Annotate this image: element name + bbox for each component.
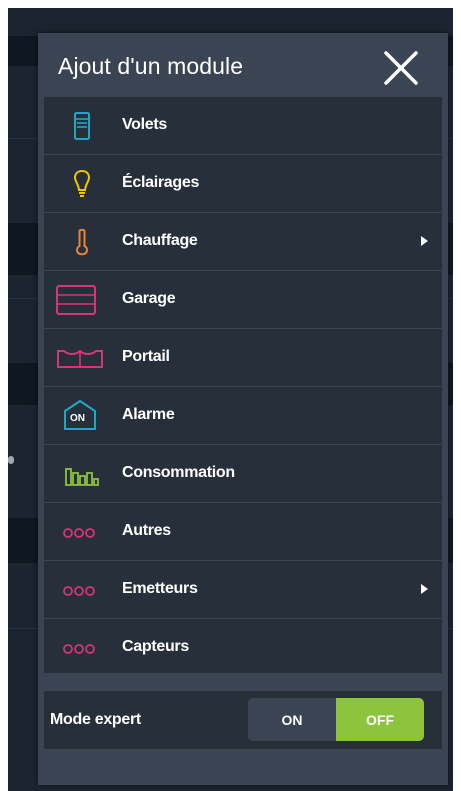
garage-door-icon [56, 285, 96, 315]
dialog-title: Ajout d'un module [58, 53, 244, 79]
module-item-eclairages[interactable]: Éclairages [44, 155, 442, 213]
dots-icon [62, 633, 98, 663]
toggle-off-option[interactable]: OFF [336, 698, 424, 741]
consumption-icon [64, 459, 100, 489]
add-module-dialog: Ajout d'un module Volets Éclairages Chau… [38, 33, 448, 785]
dots-icon [62, 517, 98, 547]
lightbulb-icon [64, 169, 100, 199]
module-label: Garage [122, 290, 176, 307]
module-item-capteurs[interactable]: Capteurs [44, 619, 442, 673]
close-icon [384, 51, 418, 85]
expert-mode-row: Mode expert ON OFF [44, 691, 442, 749]
module-label: Autres [122, 522, 171, 539]
module-item-alarme[interactable]: ON Alarme [44, 387, 442, 445]
module-label: Portail [122, 348, 170, 365]
module-label: Consommation [122, 464, 235, 481]
module-label: Capteurs [122, 638, 189, 655]
module-label: Emetteurs [122, 580, 198, 597]
dots-icon [62, 575, 98, 605]
chevron-right-icon [421, 236, 428, 246]
module-label: Volets [122, 116, 168, 133]
alarm-badge-text: ON [70, 413, 85, 424]
module-label: Éclairages [122, 174, 200, 191]
expert-mode-toggle[interactable]: ON OFF [248, 698, 424, 741]
shutter-icon [64, 111, 100, 141]
module-item-garage[interactable]: Garage [44, 271, 442, 329]
background-handle[interactable] [8, 456, 14, 464]
module-label: Chauffage [122, 232, 198, 249]
gate-icon [56, 343, 104, 373]
chevron-right-icon [421, 584, 428, 594]
module-label: Alarme [122, 406, 175, 423]
module-item-autres[interactable]: Autres [44, 503, 442, 561]
module-item-portail[interactable]: Portail [44, 329, 442, 387]
module-list[interactable]: Volets Éclairages Chauffage Garage Porta… [44, 97, 442, 673]
thermometer-icon [64, 227, 100, 257]
alarm-icon: ON [62, 399, 98, 431]
toggle-on-option[interactable]: ON [248, 698, 336, 741]
module-item-emetteurs[interactable]: Emetteurs [44, 561, 442, 619]
dialog-header: Ajout d'un module [38, 33, 448, 97]
expert-mode-label: Mode expert [50, 711, 141, 728]
module-item-chauffage[interactable]: Chauffage [44, 213, 442, 271]
close-button[interactable] [383, 50, 419, 86]
module-item-consommation[interactable]: Consommation [44, 445, 442, 503]
module-item-volets[interactable]: Volets [44, 97, 442, 155]
